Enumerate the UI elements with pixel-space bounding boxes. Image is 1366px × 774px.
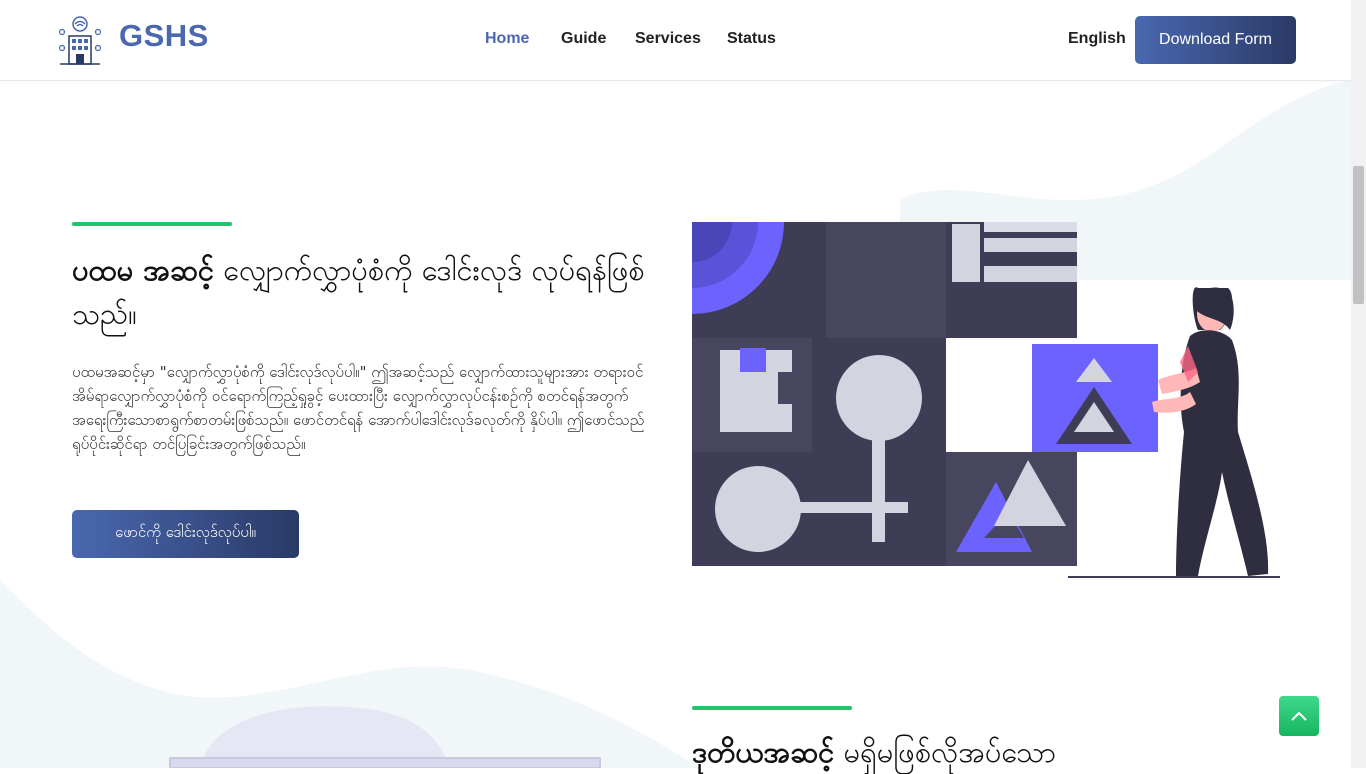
scrollbar-thumb[interactable] bbox=[1353, 166, 1364, 304]
step2-accent-line bbox=[692, 706, 852, 710]
back-to-top-button[interactable] bbox=[1279, 696, 1319, 736]
language-selector[interactable]: English bbox=[1068, 30, 1126, 48]
nav-services[interactable]: Services bbox=[635, 30, 701, 48]
brand-name[interactable]: GSHS bbox=[119, 18, 209, 54]
step1-description: ပထမအဆင့်မှာ "လျှောက်လွှာပုံစံကို ဒေါင်းလ… bbox=[72, 363, 645, 453]
nav-home[interactable]: Home bbox=[485, 30, 529, 48]
download-form-cta-button[interactable]: ဖောင်ကို ဒေါင်းလုဒ်လုပ်ပါ။ bbox=[72, 510, 299, 558]
step2-illustration bbox=[169, 706, 601, 768]
nav-guide[interactable]: Guide bbox=[561, 30, 606, 48]
step1-heading: ပထမ အဆင့် လျှောက်လွှာပုံစံကို ဒေါင်းလုဒ်… bbox=[72, 248, 672, 336]
chevron-up-icon bbox=[1291, 711, 1307, 721]
step1-heading-bold: ပထမ အဆင့် bbox=[72, 253, 214, 287]
upload-illustration bbox=[692, 222, 1280, 578]
logo-icon[interactable] bbox=[58, 14, 102, 66]
step2-heading-rest: မရှိမဖြစ်လိုအပ်သော bbox=[834, 735, 1056, 769]
scrollbar-track[interactable] bbox=[1351, 0, 1366, 768]
download-form-button[interactable]: Download Form bbox=[1135, 16, 1296, 64]
step1-accent-line bbox=[72, 222, 232, 226]
step2-heading-bold: ဒုတိယအဆင့် bbox=[692, 735, 835, 769]
step2-heading: ဒုတိယအဆင့် မရှိမဖြစ်လိုအပ်သော bbox=[692, 730, 1292, 774]
nav-status[interactable]: Status bbox=[727, 30, 776, 48]
site-header: GSHS Home Guide Services Status English … bbox=[0, 0, 1351, 81]
